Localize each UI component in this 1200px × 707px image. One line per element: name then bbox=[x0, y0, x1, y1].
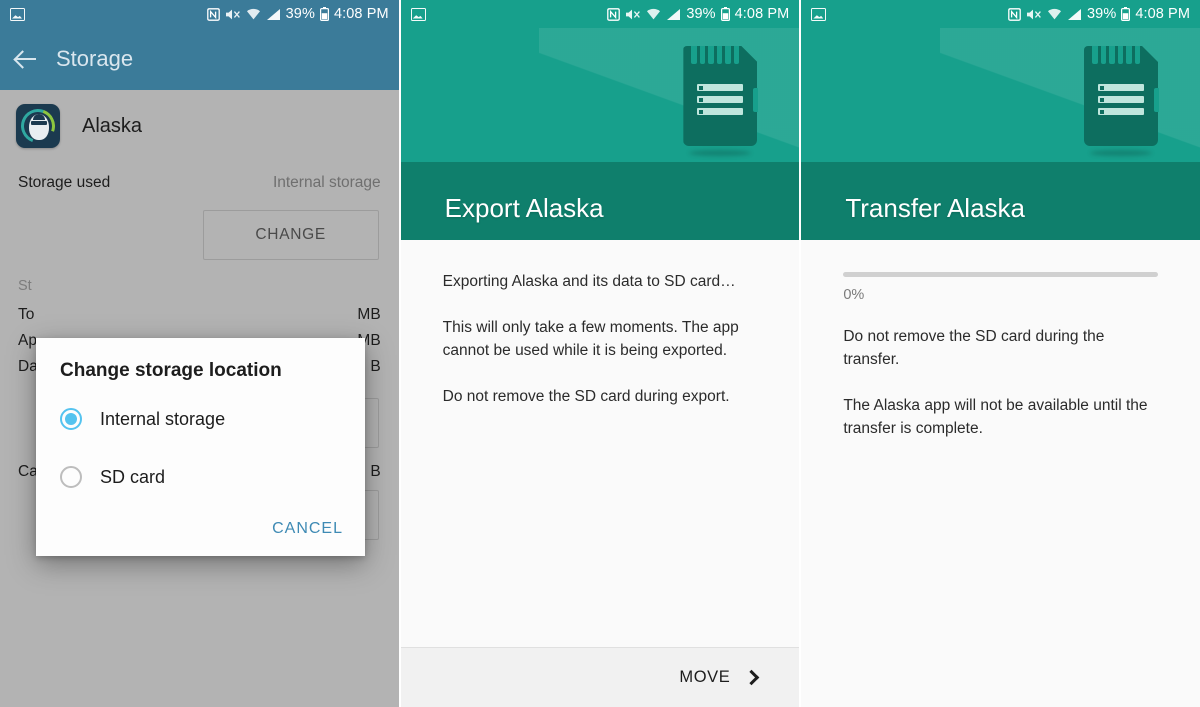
radio-label: Internal storage bbox=[100, 408, 226, 429]
dialog-actions: CANCEL bbox=[36, 506, 365, 548]
app-bar: Storage bbox=[0, 28, 399, 90]
status-bar-right: 39% 4:08 PM bbox=[206, 6, 389, 22]
cancel-button[interactable]: CANCEL bbox=[272, 520, 343, 538]
change-storage-dialog: Change storage location Internal storage… bbox=[36, 338, 365, 556]
radio-option-sd-card[interactable]: SD card bbox=[36, 448, 365, 506]
battery-percent-label: 39% bbox=[1086, 6, 1117, 22]
clock-label: 4:08 PM bbox=[734, 6, 790, 22]
wifi-icon bbox=[647, 8, 661, 19]
mute-icon bbox=[1026, 9, 1041, 19]
battery-icon bbox=[720, 7, 730, 21]
dialog-title: Change storage location bbox=[60, 360, 282, 381]
settings-content: Alaska Storage used Internal storage CHA… bbox=[0, 90, 399, 707]
status-bar: 39% 4:08 PM bbox=[400, 0, 800, 28]
chevron-right-icon bbox=[744, 669, 760, 686]
battery-icon bbox=[1121, 7, 1131, 21]
radio-button-icon[interactable] bbox=[60, 408, 82, 430]
export-content: Exporting Alaska and its data to SD card… bbox=[400, 240, 800, 408]
status-bar-right: 39% 4:08 PM bbox=[1008, 6, 1190, 22]
mute-icon bbox=[626, 9, 641, 19]
progress-percent-label: 0% bbox=[843, 287, 865, 303]
radio-option-internal-storage[interactable]: Internal storage bbox=[36, 390, 365, 448]
radio-button-icon[interactable] bbox=[60, 466, 82, 488]
battery-icon bbox=[319, 7, 329, 21]
signal-icon bbox=[266, 8, 280, 20]
page-title: Storage bbox=[56, 46, 134, 71]
nfc-icon bbox=[206, 7, 220, 21]
transfer-hero: Transfer Alaska bbox=[801, 28, 1200, 240]
status-bar-left bbox=[10, 7, 25, 21]
battery-percent-label: 39% bbox=[285, 6, 315, 22]
back-arrow-icon[interactable] bbox=[14, 47, 38, 71]
status-bar: 39% 4:08 PM bbox=[801, 0, 1200, 28]
status-bar-left bbox=[811, 7, 827, 21]
photo-icon bbox=[410, 7, 426, 21]
sd-card-icon bbox=[1084, 46, 1160, 156]
hero-title: Transfer Alaska bbox=[845, 193, 1026, 223]
move-button-label: MOVE bbox=[679, 668, 731, 686]
sd-card-icon bbox=[683, 46, 759, 156]
status-bar-left bbox=[410, 7, 426, 21]
nfc-icon bbox=[1008, 7, 1021, 21]
export-paragraph: Do not remove the SD card during export. bbox=[442, 388, 730, 405]
nfc-icon bbox=[607, 7, 621, 21]
wifi-icon bbox=[1047, 8, 1061, 19]
radio-label: SD card bbox=[100, 466, 166, 487]
export-hero: Export Alaska bbox=[400, 28, 800, 240]
hero-title: Export Alaska bbox=[444, 193, 604, 223]
panel-transfer-alaska: 39% 4:08 PM Transfer Alaska 0% Do not re… bbox=[801, 0, 1200, 707]
battery-percent-label: 39% bbox=[686, 6, 716, 22]
wifi-icon bbox=[246, 8, 260, 19]
transfer-progress: 0% bbox=[801, 240, 1200, 303]
transfer-paragraph: Do not remove the SD card during the tra… bbox=[843, 328, 1105, 368]
mute-icon bbox=[225, 9, 240, 19]
status-bar-right: 39% 4:08 PM bbox=[607, 6, 789, 22]
panel-storage-settings: 39% 4:08 PM Storage Alaska Storage used … bbox=[0, 0, 399, 707]
panel-export-alaska: 39% 4:08 PM Export Alaska Exporting Alas… bbox=[400, 0, 800, 707]
clock-label: 4:08 PM bbox=[1135, 6, 1191, 22]
signal-icon bbox=[667, 8, 681, 20]
status-bar: 39% 4:08 PM bbox=[0, 0, 399, 28]
transfer-content: Do not remove the SD card during the tra… bbox=[801, 303, 1200, 440]
export-paragraph: This will only take a few moments. The a… bbox=[442, 319, 739, 359]
transfer-paragraph: The Alaska app will not be available unt… bbox=[843, 397, 1148, 437]
photo-icon bbox=[811, 7, 827, 21]
screenshot-stage: 39% 4:08 PM Storage Alaska Storage used … bbox=[0, 0, 1200, 707]
progress-bar-track bbox=[843, 272, 1159, 277]
signal-icon bbox=[1067, 8, 1081, 20]
export-paragraph: Exporting Alaska and its data to SD card… bbox=[442, 273, 736, 290]
export-action-bar[interactable]: MOVE bbox=[400, 647, 800, 707]
photo-icon bbox=[10, 7, 25, 21]
clock-label: 4:08 PM bbox=[333, 6, 389, 22]
